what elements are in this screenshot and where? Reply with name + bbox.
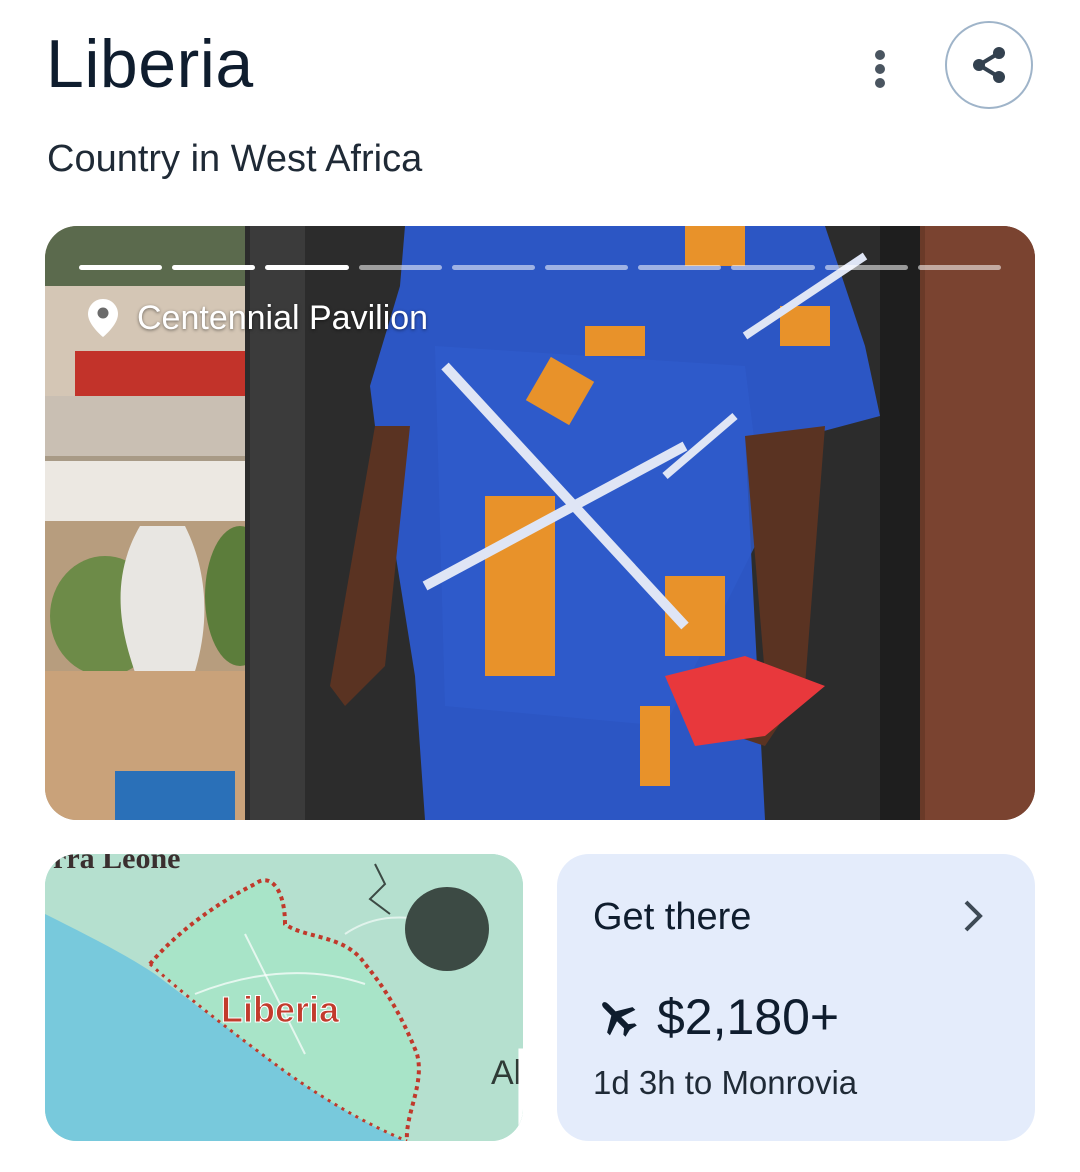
story-segment (265, 265, 349, 270)
map-expand-button[interactable] (405, 887, 523, 1141)
story-segment (172, 265, 256, 270)
photo-location[interactable]: Centennial Pavilion (87, 298, 428, 338)
get-there-card[interactable]: Get there $2,180+ 1d 3h to Monrovia (557, 854, 1035, 1141)
page-title: Liberia (46, 26, 254, 102)
story-segment (824, 265, 908, 270)
expand-icon (518, 1048, 523, 1141)
map-country-label: Liberia (221, 989, 340, 1030)
flight-price: $2,180+ (657, 989, 840, 1045)
neighbor-country-label: rra Leone (53, 854, 180, 875)
story-progress (79, 265, 1002, 270)
photo-carousel[interactable]: Centennial Pavilion (45, 226, 1035, 820)
flight-price-row: $2,180+ (595, 988, 839, 1046)
location-pin-icon (88, 299, 118, 337)
page-subtitle: Country in West Africa (47, 138, 423, 180)
get-there-title: Get there (593, 896, 752, 938)
flight-icon (602, 1002, 637, 1037)
share-icon (973, 47, 1005, 83)
story-segment (451, 265, 536, 270)
story-segment (917, 265, 1002, 270)
share-button[interactable] (945, 21, 1033, 109)
story-segment (638, 265, 722, 270)
story-segment (79, 265, 163, 270)
more-options-button[interactable] (856, 42, 904, 96)
flight-duration: 1d 3h to Monrovia (593, 1064, 858, 1101)
story-segment (731, 265, 815, 270)
map-card[interactable]: rra Leone Liberia Al (45, 854, 523, 1141)
story-segment (545, 265, 629, 270)
location-label: Centennial Pavilion (137, 298, 429, 337)
more-vert-icon (875, 50, 885, 88)
chevron-right-icon (955, 898, 991, 934)
story-segment (358, 265, 442, 270)
